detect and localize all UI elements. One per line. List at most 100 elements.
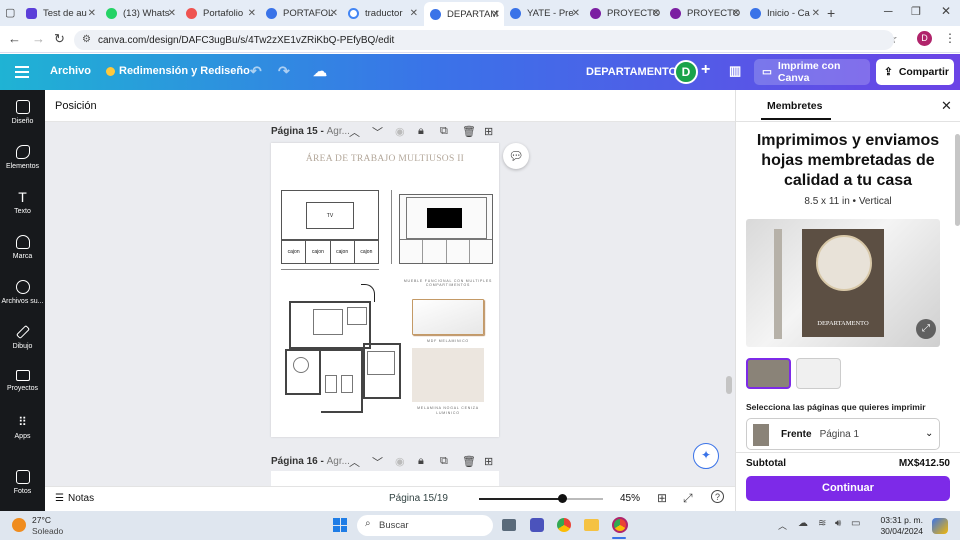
insights-icon[interactable]: ▥ — [729, 63, 741, 79]
wifi-icon[interactable]: ≋ — [818, 518, 826, 529]
page-16-title[interactable]: Página 16 - Agr... — [271, 456, 350, 467]
lock-icon[interactable]: 🔒︎ — [418, 455, 424, 468]
thumbnail-2[interactable] — [796, 358, 841, 389]
tab-search-icon[interactable]: ▢ — [5, 6, 15, 19]
teams-icon[interactable] — [530, 518, 544, 532]
back-icon[interactable]: ← — [8, 31, 21, 46]
close-tab-icon[interactable]: ✕ — [330, 8, 338, 19]
rail-item-draw[interactable]: Dibujo — [0, 324, 45, 350]
rail-item-apps[interactable]: ⠿ Apps — [0, 415, 45, 440]
add-collaborator-icon[interactable]: + — [701, 61, 710, 79]
expand-preview-icon[interactable]: ⤢ — [916, 319, 936, 339]
duplicate-page-icon[interactable]: ⧉ — [440, 125, 448, 138]
magic-assistant-button[interactable]: ✦ — [693, 443, 719, 469]
page-up-icon[interactable]: ︿ — [349, 454, 360, 470]
page-select-dropdown[interactable]: Frente Página 1 ⌄ — [746, 418, 940, 450]
windows-start-icon[interactable] — [333, 518, 347, 532]
fullscreen-icon[interactable]: ⤢ — [683, 491, 693, 506]
panel-scrollbar[interactable] — [955, 134, 960, 226]
minimize-icon[interactable]: ─ — [884, 4, 893, 18]
close-tab-icon[interactable]: ✕ — [812, 8, 820, 19]
new-tab-icon[interactable]: + — [827, 5, 835, 21]
weather-temp[interactable]: 27°C — [32, 515, 51, 525]
position-button[interactable]: Posición — [55, 100, 97, 112]
page-15-title[interactable]: Página 15 - Agr... — [271, 126, 350, 137]
copilot-icon[interactable] — [932, 518, 948, 534]
cloud-saved-icon[interactable]: ☁ — [313, 63, 327, 80]
clock-date[interactable]: 30/04/2024 — [868, 526, 923, 536]
browser-tab[interactable]: Portafolio ✕ — [180, 3, 260, 23]
rail-item-photos[interactable]: Fotos — [0, 470, 45, 495]
delete-page-icon[interactable]: 🗑︎ — [462, 125, 476, 138]
delete-page-icon[interactable]: 🗑︎ — [462, 455, 476, 468]
onedrive-icon[interactable]: ☁ — [798, 518, 808, 529]
user-avatar[interactable]: D — [674, 60, 698, 84]
undo-icon[interactable]: ↶ — [250, 63, 262, 80]
close-tab-icon[interactable]: ✕ — [652, 8, 660, 19]
panel-tab-letterhead[interactable]: Membretes — [767, 100, 822, 112]
zoom-slider-handle[interactable] — [558, 494, 567, 503]
maximize-icon[interactable]: ❐ — [911, 5, 921, 18]
duplicate-page-icon[interactable]: ⧉ — [440, 455, 448, 468]
grid-view-icon[interactable]: ⊞ — [657, 491, 667, 505]
browser-tab[interactable]: Test de au ✕ — [20, 3, 100, 23]
browser-tab[interactable]: YATE - Pre ✕ — [504, 3, 584, 23]
rail-item-design[interactable]: Diseño — [0, 100, 45, 125]
comment-button[interactable]: 💬︎ — [503, 143, 529, 169]
design-page-16[interactable] — [271, 471, 499, 486]
task-view-icon[interactable] — [502, 519, 516, 531]
browser-tab[interactable]: PROYECTO ✕ — [584, 3, 664, 23]
site-info-icon[interactable]: ⚙ — [82, 34, 91, 45]
rail-item-brand[interactable]: Marca — [0, 235, 45, 260]
close-tab-icon[interactable]: ✕ — [168, 8, 176, 19]
profile-avatar[interactable]: D — [917, 31, 932, 46]
browser-tab[interactable]: (13) Whats ✕ — [100, 3, 180, 23]
chrome-icon[interactable] — [557, 518, 571, 532]
share-button[interactable]: ⇪ Compartir — [876, 59, 954, 85]
weather-sun-icon[interactable] — [12, 518, 26, 532]
close-tab-icon[interactable]: ✕ — [410, 8, 418, 19]
tray-chevron-icon[interactable]: ︿ — [778, 519, 787, 532]
close-tab-icon[interactable]: ✕ — [572, 8, 580, 19]
canvas-scrollbar[interactable] — [726, 376, 732, 394]
page-up-icon[interactable]: ︿ — [349, 124, 360, 140]
clock-time[interactable]: 03:31 p. m. — [868, 515, 923, 525]
close-tab-icon[interactable]: ✕ — [732, 8, 740, 19]
close-panel-icon[interactable]: ✕ — [941, 98, 952, 114]
rail-item-elements[interactable]: Elementos — [0, 145, 45, 170]
taskbar-search[interactable]: ⌕ Buscar — [357, 515, 493, 536]
browser-menu-icon[interactable]: ⋮ — [944, 31, 956, 45]
page-down-icon[interactable]: ﹀ — [372, 454, 383, 470]
browser-tab-active[interactable]: DEPARTAM ✕ — [424, 2, 504, 26]
browser-tab[interactable]: Inicio - Ca ✕ — [744, 3, 824, 23]
hide-page-icon[interactable]: ◉ — [395, 125, 405, 138]
continue-button[interactable]: Continuar — [746, 476, 950, 501]
browser-tab[interactable]: PROYECTO ✕ — [664, 3, 744, 23]
print-with-canva-button[interactable]: ▭ Imprime con Canva — [754, 59, 870, 85]
thumbnail-1[interactable] — [746, 358, 791, 389]
close-tab-icon[interactable]: ✕ — [492, 9, 500, 20]
document-title[interactable]: DEPARTAMENTO — [586, 66, 677, 78]
browser-tab[interactable]: PORTAFOL ✕ — [260, 3, 342, 23]
close-tab-icon[interactable]: ✕ — [88, 8, 96, 19]
rail-item-text[interactable]: T Texto — [0, 190, 45, 215]
design-page-15[interactable]: ÁREA DE TRABAJO MULTIUSOS II TV cajon ca… — [271, 143, 499, 437]
menu-icon[interactable] — [15, 66, 29, 78]
file-menu-button[interactable]: Archivo — [50, 65, 91, 77]
add-page-icon[interactable]: ⊞ — [484, 125, 493, 138]
page-down-icon[interactable]: ﹀ — [372, 124, 383, 140]
zoom-slider[interactable] — [479, 494, 603, 503]
url-field[interactable]: ⚙ canva.com/design/DAFC3ugBu/s/4Tw2zXE1v… — [74, 30, 894, 50]
lock-icon[interactable]: 🔒︎ — [418, 125, 424, 138]
close-window-icon[interactable]: ✕ — [941, 4, 951, 18]
battery-icon[interactable]: ▭ — [851, 518, 860, 529]
resize-button[interactable]: Redimensión y Rediseño — [106, 65, 250, 77]
page-indicator[interactable]: Página 15/19 — [389, 493, 448, 504]
notes-button[interactable]: ☰ Notas — [55, 493, 94, 504]
help-icon[interactable]: ? — [711, 490, 724, 503]
zoom-level[interactable]: 45% — [620, 493, 640, 504]
reload-icon[interactable]: ↻ — [54, 31, 65, 47]
chrome-profile-icon[interactable] — [612, 517, 628, 533]
forward-icon[interactable]: → — [32, 31, 45, 46]
volume-icon[interactable]: 🔊︎ — [835, 518, 841, 529]
